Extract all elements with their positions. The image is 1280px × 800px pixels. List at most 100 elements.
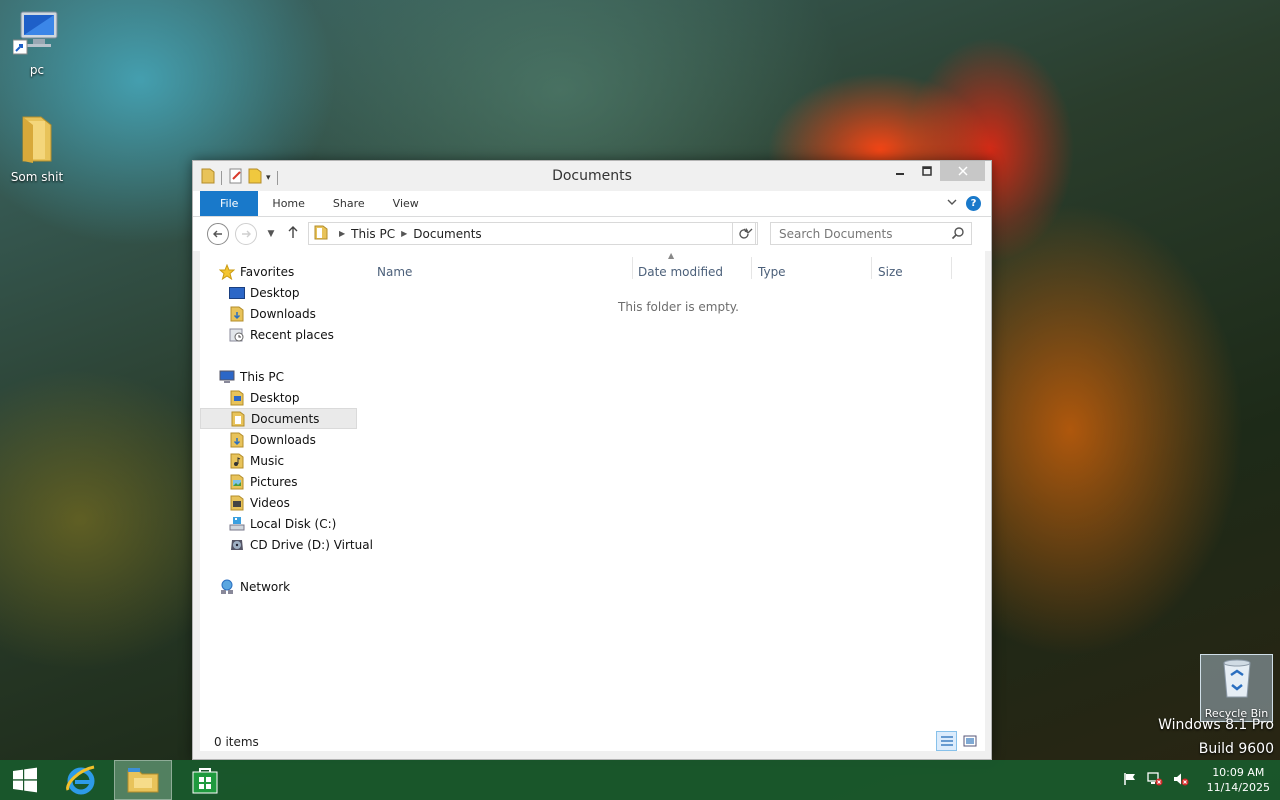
- computer-icon: [2, 10, 72, 59]
- expand-ribbon-icon[interactable]: [946, 196, 958, 211]
- taskbar-file-explorer[interactable]: [114, 760, 172, 800]
- desktop-icon-folder[interactable]: Som shit: [2, 115, 72, 184]
- nav-pc-cd-drive-d[interactable]: CD Drive (D:) Virtual: [229, 534, 373, 555]
- desktop-icon-recycle-bin[interactable]: Recycle Bin: [1200, 654, 1273, 722]
- desktop-folder-icon: [229, 390, 245, 405]
- nav-favorites-downloads[interactable]: Downloads: [229, 303, 357, 324]
- videos-folder-icon: [229, 495, 245, 510]
- column-headers: ▲ Name Date modified Type Size: [370, 251, 960, 281]
- breadcrumb-arrow-icon[interactable]: ▶: [401, 229, 407, 238]
- taskbar-internet-explorer[interactable]: [52, 760, 110, 800]
- action-center-flag-icon[interactable]: [1123, 772, 1137, 789]
- computer-icon: [219, 370, 235, 384]
- minimize-button[interactable]: [886, 161, 913, 181]
- window-controls: [886, 161, 985, 181]
- content-area: Favorites Desktop Downloads Recent place…: [200, 251, 985, 751]
- back-button[interactable]: [207, 223, 229, 245]
- desktop-icon-label: pc: [29, 63, 45, 77]
- windows-watermark-edition: Windows 8.1 Pro: [1158, 717, 1274, 733]
- ribbon-tabs: File Home Share View ?: [193, 191, 991, 217]
- folder-icon: [313, 224, 329, 243]
- recycle-bin-icon: [1201, 657, 1272, 702]
- ribbon-right-controls: ?: [946, 196, 981, 211]
- taskbar: 10:09 AM 11/14/2025: [0, 760, 1280, 800]
- nav-favorites-recent-places[interactable]: Recent places: [229, 324, 357, 345]
- up-button[interactable]: [285, 225, 301, 243]
- local-disk-icon: [229, 516, 245, 531]
- documents-folder-icon: [230, 411, 246, 426]
- nav-pc-local-disk-c[interactable]: Local Disk (C:): [229, 513, 357, 534]
- item-count: 0 items: [214, 735, 259, 749]
- nav-network[interactable]: Network: [219, 576, 357, 597]
- star-icon: [219, 263, 235, 280]
- nav-pc-documents[interactable]: Documents: [200, 408, 357, 429]
- large-icons-view-button[interactable]: [959, 731, 980, 751]
- store-icon: [192, 768, 218, 794]
- downloads-folder-icon: [229, 432, 245, 447]
- pictures-folder-icon: [229, 474, 245, 489]
- nav-pc-music[interactable]: Music: [229, 450, 357, 471]
- network-icon: [219, 579, 235, 594]
- volume-muted-icon[interactable]: [1173, 772, 1189, 789]
- breadcrumb-arrow-icon[interactable]: ▶: [339, 229, 345, 238]
- sort-ascending-icon: ▲: [668, 251, 675, 260]
- navigation-bar: ▼ ▶ This PC ▶ Documents Search Documents: [193, 217, 991, 251]
- nav-pc-pictures[interactable]: Pictures: [229, 471, 357, 492]
- address-bar[interactable]: ▶ This PC ▶ Documents: [308, 222, 758, 245]
- maximize-button[interactable]: [913, 161, 940, 181]
- navigation-pane: Favorites Desktop Downloads Recent place…: [200, 251, 373, 711]
- column-separator[interactable]: [951, 257, 952, 279]
- nav-favorites[interactable]: Favorites: [219, 261, 357, 282]
- network-status-icon[interactable]: [1146, 771, 1163, 789]
- forward-button[interactable]: [235, 223, 257, 245]
- help-icon[interactable]: ?: [966, 196, 981, 211]
- recent-locations-button[interactable]: ▼: [263, 229, 279, 239]
- tab-file[interactable]: File: [200, 191, 259, 216]
- empty-folder-message: This folder is empty.: [618, 300, 739, 314]
- search-placeholder: Search Documents: [779, 226, 893, 241]
- nav-pc-desktop[interactable]: Desktop: [229, 387, 357, 408]
- details-view-button[interactable]: [936, 731, 957, 751]
- clock-date: 11/14/2025: [1206, 781, 1270, 794]
- system-tray: 10:09 AM 11/14/2025: [1123, 760, 1270, 800]
- downloads-folder-icon: [229, 306, 245, 321]
- breadcrumb-documents[interactable]: Documents: [413, 227, 481, 241]
- status-bar: 0 items: [200, 731, 985, 751]
- tab-view[interactable]: View: [379, 191, 433, 216]
- column-type[interactable]: Type: [758, 265, 786, 279]
- windows-watermark-build: Build 9600: [1198, 741, 1274, 757]
- music-folder-icon: [229, 453, 245, 468]
- windows-logo-icon: [13, 767, 37, 793]
- column-separator[interactable]: [871, 257, 872, 279]
- column-date-modified[interactable]: Date modified: [638, 265, 723, 279]
- nav-favorites-desktop[interactable]: Desktop: [229, 282, 357, 303]
- desktop-icon-label: Som shit: [10, 170, 64, 184]
- breadcrumb-this-pc[interactable]: This PC: [351, 227, 395, 241]
- cd-drive-icon: [229, 538, 245, 552]
- column-size[interactable]: Size: [878, 265, 903, 279]
- tab-home[interactable]: Home: [258, 191, 318, 216]
- nav-this-pc[interactable]: This PC: [219, 366, 357, 387]
- clock-time: 10:09 AM: [1212, 766, 1265, 779]
- search-icon[interactable]: [951, 226, 965, 243]
- desktop-icon-pc[interactable]: pc: [2, 10, 72, 77]
- close-button[interactable]: [940, 161, 985, 181]
- start-button[interactable]: [0, 760, 50, 800]
- clock[interactable]: 10:09 AM 11/14/2025: [1199, 765, 1270, 795]
- refresh-button[interactable]: [732, 222, 756, 245]
- internet-explorer-icon: [66, 765, 95, 795]
- nav-pc-videos[interactable]: Videos: [229, 492, 357, 513]
- search-box[interactable]: Search Documents: [770, 222, 972, 245]
- desktop-icon: [229, 286, 245, 300]
- explorer-window: ▾ Documents File Home Share View ? ▼ ▶ T…: [192, 160, 992, 760]
- recent-places-icon: [229, 328, 245, 342]
- folder-icon: [2, 115, 72, 166]
- tab-share[interactable]: Share: [319, 191, 379, 216]
- column-separator[interactable]: [632, 257, 633, 279]
- taskbar-store[interactable]: [176, 760, 234, 800]
- column-name[interactable]: Name: [377, 265, 412, 279]
- column-separator[interactable]: [751, 257, 752, 279]
- nav-pc-downloads[interactable]: Downloads: [229, 429, 357, 450]
- window-title: Documents: [552, 168, 632, 184]
- title-bar[interactable]: ▾ Documents: [193, 161, 991, 191]
